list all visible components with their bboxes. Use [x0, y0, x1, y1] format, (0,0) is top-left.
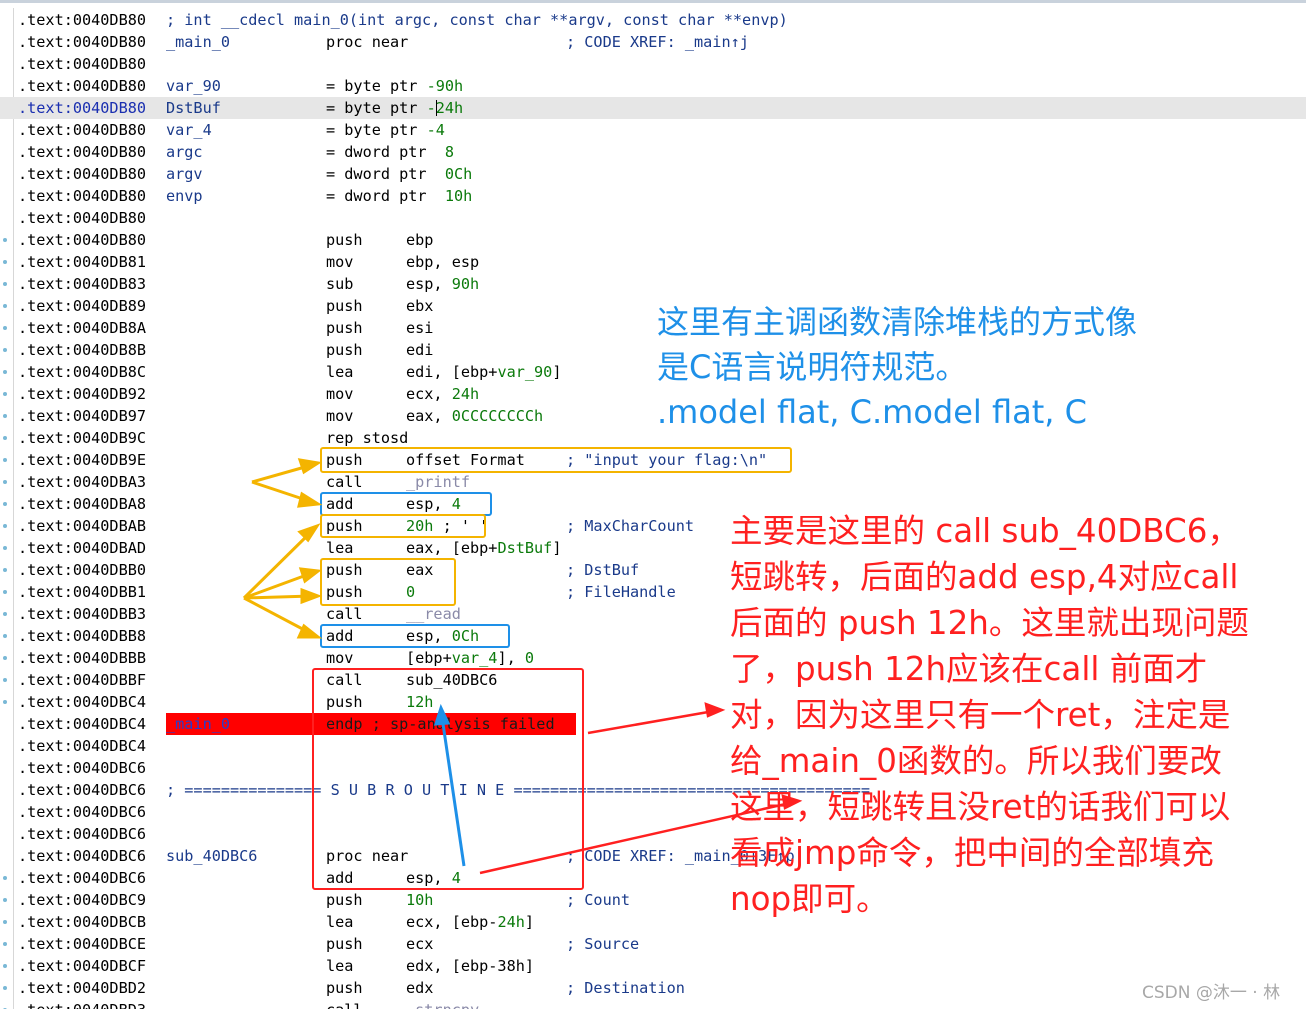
blue-annotation-note: 这里有主调函数清除堆栈的方式像 是C语言说明符规范。 .model flat, …	[657, 303, 1138, 431]
red-annotation-note: 主要是这里的 call sub_40DBC6， 短跳转，后面的add esp,4…	[730, 512, 1249, 918]
yellow-arrow-push-20h	[242, 529, 314, 600]
yellow-arrowhead	[300, 587, 323, 605]
yellow-arrowhead	[296, 623, 323, 639]
yellow-arrowhead	[297, 458, 323, 475]
yellow-arrowhead	[298, 567, 322, 584]
yellow-arrowhead	[297, 523, 321, 543]
csdn-watermark: CSDN @沐一 · 林	[1142, 983, 1281, 1003]
red-arrow-endp	[587, 709, 715, 735]
blue-arrow-add-to-push-12h	[440, 716, 466, 867]
red-arrowhead	[704, 702, 726, 718]
blue-arrowhead	[433, 703, 451, 726]
yellow-arrowhead	[297, 491, 323, 508]
